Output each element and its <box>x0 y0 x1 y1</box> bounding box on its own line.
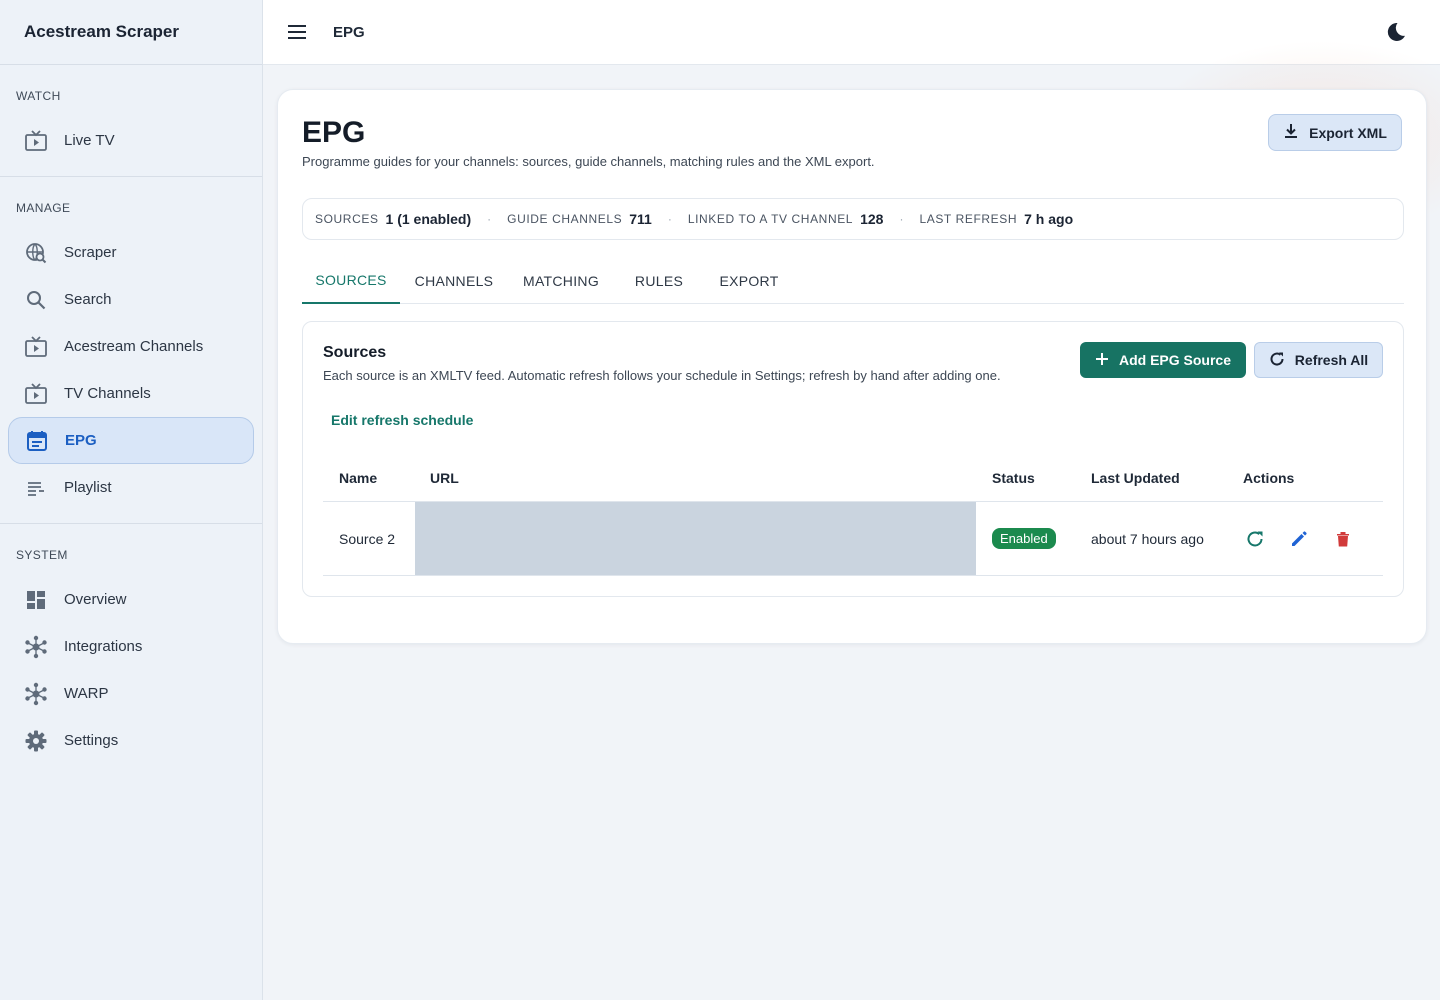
calendar-icon <box>25 429 49 453</box>
sidebar-item-label: Search <box>64 291 112 308</box>
edit-refresh-schedule-link[interactable]: Edit refresh schedule <box>331 412 473 428</box>
sidebar-item-label: Overview <box>64 591 127 608</box>
tv-icon <box>24 382 48 406</box>
stat-value: 128 <box>860 211 884 227</box>
source-actions-cell <box>1227 527 1383 551</box>
tab-channels[interactable]: CHANNELS <box>400 258 508 304</box>
tab-matching[interactable]: MATCHING <box>508 258 614 304</box>
stat-value: 1 (1 enabled) <box>385 211 472 227</box>
sidebar-item-overview[interactable]: Overview <box>8 576 254 623</box>
sidebar-item-label: TV Channels <box>64 385 151 402</box>
sidebar-item-live-tv[interactable]: Live TV <box>8 117 254 164</box>
tv-icon <box>24 335 48 359</box>
refresh-all-button[interactable]: Refresh All <box>1254 342 1383 378</box>
sidebar-item-acestream-channels[interactable]: Acestream Channels <box>8 323 254 370</box>
source-name: Source 2 <box>339 530 396 547</box>
refresh-all-label: Refresh All <box>1294 352 1369 368</box>
delete-source-icon[interactable] <box>1331 527 1355 551</box>
column-header-last-updated: Last Updated <box>1091 469 1180 486</box>
hub-icon <box>24 635 48 659</box>
nav-section-manage: MANAGE Scraper Search Acestream Channels… <box>0 177 262 524</box>
sidebar-item-label: Settings <box>64 732 119 749</box>
tab-export[interactable]: EXPORT <box>704 258 794 304</box>
section-title-system: SYSTEM <box>16 548 68 562</box>
dark-mode-icon[interactable] <box>1384 20 1408 44</box>
refresh-icon <box>1269 351 1285 370</box>
top-bar-title: EPG <box>333 23 365 41</box>
top-bar: EPG <box>263 0 1440 240</box>
sidebar-item-tv-channels[interactable]: TV Channels <box>8 370 254 417</box>
playlist-icon <box>24 476 48 500</box>
sidebar-item-label: Playlist <box>64 479 112 496</box>
column-header-status: Status <box>992 469 1035 486</box>
add-epg-source-label: Add EPG Source <box>1118 352 1232 368</box>
search-icon <box>24 288 48 312</box>
scraper-icon <box>24 241 48 265</box>
sources-table: Name URL Status Last Updated Actions Sou… <box>323 454 1383 576</box>
gear-icon <box>24 729 48 753</box>
sidebar-item-scraper[interactable]: Scraper <box>8 229 254 276</box>
page-subtitle: Programme guides for your channels: sour… <box>302 154 875 169</box>
refresh-source-icon[interactable] <box>1243 527 1267 551</box>
stat-label: SOURCES <box>315 212 379 226</box>
plus-icon <box>1095 352 1109 369</box>
section-title-watch: WATCH <box>16 89 61 103</box>
sidebar-item-integrations[interactable]: Integrations <box>8 623 254 670</box>
source-last-updated: about 7 hours ago <box>1091 530 1204 547</box>
page-title: EPG <box>302 116 366 149</box>
stat-value: 7 h ago <box>1024 211 1074 227</box>
sidebar-item-label: EPG <box>65 432 97 449</box>
sidebar-item-label: Integrations <box>64 638 143 655</box>
sidebar-item-label: Scraper <box>64 244 117 261</box>
sidebar-item-warp[interactable]: WARP <box>8 670 254 717</box>
tab-bar: SOURCES CHANNELS MATCHING RULES EXPORT <box>302 258 1404 304</box>
export-xml-button[interactable]: Export XML <box>1268 114 1402 151</box>
download-icon <box>1283 123 1299 142</box>
menu-icon[interactable] <box>285 20 309 44</box>
sources-title: Sources <box>323 344 387 361</box>
column-header-name: Name <box>339 469 378 486</box>
source-url-redacted <box>415 502 976 575</box>
stat-value: 711 <box>629 211 652 227</box>
separator-dot: · <box>667 212 672 226</box>
stat-label: GUIDE CHANNELS <box>507 212 623 226</box>
edit-source-icon[interactable] <box>1287 527 1311 551</box>
tab-rules[interactable]: RULES <box>614 258 704 304</box>
stat-label: LAST REFRESH <box>919 212 1018 226</box>
sidebar-item-playlist[interactable]: Playlist <box>8 464 254 511</box>
column-header-url: URL <box>430 469 459 486</box>
app-title: Acestream Scraper <box>0 0 262 65</box>
nav-section-system: SYSTEM Overview Integrations WARP Settin… <box>0 524 262 776</box>
sources-subtitle: Each source is an XMLTV feed. Automatic … <box>323 368 1001 383</box>
separator-dot: · <box>899 212 904 226</box>
sidebar-item-label: Live TV <box>64 132 115 149</box>
main-card: EPG Programme guides for your channels: … <box>277 89 1427 644</box>
sidebar-item-settings[interactable]: Settings <box>8 717 254 764</box>
tv-icon <box>24 129 48 153</box>
column-header-actions: Actions <box>1243 469 1295 486</box>
sidebar: Acestream Scraper WATCH Live TV MANAGE S… <box>0 0 263 1000</box>
sidebar-item-epg[interactable]: EPG <box>8 417 254 464</box>
table-row: Source 2 Enabled about 7 hours ago <box>323 502 1383 576</box>
stat-label: LINKED TO A TV CHANNEL <box>687 212 854 226</box>
hub-icon <box>24 682 48 706</box>
add-epg-source-button[interactable]: Add EPG Source <box>1080 342 1246 378</box>
dashboard-icon <box>24 588 48 612</box>
section-title-manage: MANAGE <box>16 201 71 215</box>
source-status-cell: Enabled <box>976 528 1075 549</box>
sidebar-item-label: Acestream Channels <box>64 338 204 355</box>
source-url-cell <box>415 502 976 575</box>
export-xml-label: Export XML <box>1309 124 1387 141</box>
tab-sources[interactable]: SOURCES <box>302 258 400 304</box>
separator-dot: · <box>487 212 492 226</box>
sources-panel: Sources Each source is an XMLTV feed. Au… <box>302 321 1404 597</box>
nav-section-watch: WATCH Live TV <box>0 65 262 177</box>
table-header: Name URL Status Last Updated Actions <box>323 454 1383 502</box>
sidebar-item-label: WARP <box>64 685 109 702</box>
sidebar-item-search[interactable]: Search <box>8 276 254 323</box>
status-badge: Enabled <box>992 528 1056 549</box>
stats-bar: SOURCES 1 (1 enabled) · GUIDE CHANNELS 7… <box>302 198 1404 240</box>
